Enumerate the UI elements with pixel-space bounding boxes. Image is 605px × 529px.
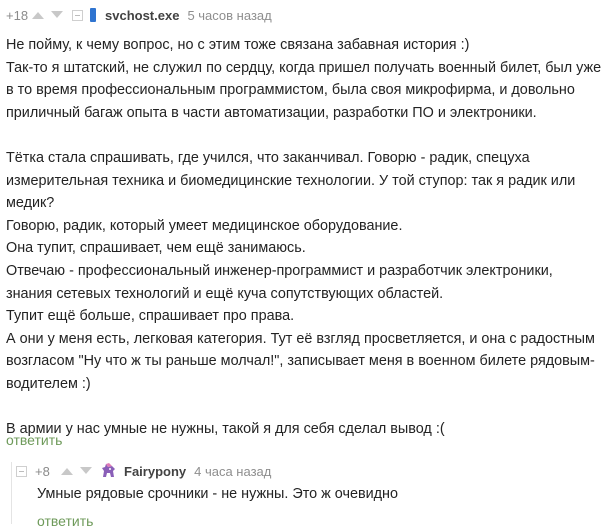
upvote-icon[interactable] [59, 465, 75, 477]
child-time[interactable]: 4 часа назад [194, 464, 271, 479]
child-comment-body: Умные рядовые срочники - не нужны. Это ж… [37, 486, 398, 502]
comment-line: приличный багаж опыта в части автоматиза… [6, 104, 537, 121]
comment-line: Говорю, радик, который умеет медицинское… [6, 217, 403, 234]
upvote-icon[interactable] [30, 9, 46, 21]
author-avatar[interactable] [90, 8, 96, 22]
pony-avatar-icon[interactable] [100, 463, 118, 479]
child-rating: +8 [35, 463, 50, 479]
reply-link[interactable]: ответить [6, 432, 62, 448]
comment-line: Отвечаю - профессиональный инженер-прогр… [6, 262, 553, 279]
comment-line: измерительная техника и биомедицинские т… [6, 172, 576, 189]
comment-line: Тётка стала спрашивать, где учился, что … [6, 149, 530, 166]
downvote-icon[interactable] [49, 9, 65, 21]
collapse-button[interactable] [72, 9, 83, 21]
comment-line: в то время профессиональным программисто… [6, 82, 575, 99]
downvote-icon[interactable] [78, 465, 94, 477]
comment-line: водителем :) [6, 375, 91, 392]
child-comment-header: +8 Fairypony 4 часа назад [16, 462, 271, 480]
comment-line: возгласом "Ну что ж ты раньше молчал!", … [6, 353, 595, 370]
comment-line: Так-то я штатский, не служил по сердцу, … [6, 59, 602, 76]
comment-time[interactable]: 5 часов назад [187, 8, 271, 23]
child-author[interactable]: Fairypony [124, 464, 186, 479]
comment-line: В армии у нас умные не нужны, такой я дл… [6, 421, 445, 438]
comment-line: знания сетевых технологий и ещё куча соп… [6, 285, 444, 302]
child-reply-link[interactable]: ответить [37, 513, 93, 529]
thread-line[interactable] [11, 462, 12, 524]
comment-header: +18 svchost.exe 5 часов назад [6, 6, 272, 24]
comment-rating: +18 [6, 7, 29, 23]
comment-body: Не пойму, к чему вопрос, но с этим тоже … [6, 34, 601, 441]
comment-line: Она тупит, спрашивает, чем ещё занимаюсь… [6, 240, 306, 257]
comment-author[interactable]: svchost.exe [105, 8, 179, 23]
comment-line: Не пойму, к чему вопрос, но с этим тоже … [6, 37, 470, 53]
comment-line: медик? [6, 195, 55, 212]
comment-line: А они у меня есть, легковая категория. Т… [6, 330, 595, 347]
child-collapse-button[interactable] [16, 465, 27, 477]
comment-line: Тупит ещё больше, спрашивает про права. [6, 308, 295, 325]
